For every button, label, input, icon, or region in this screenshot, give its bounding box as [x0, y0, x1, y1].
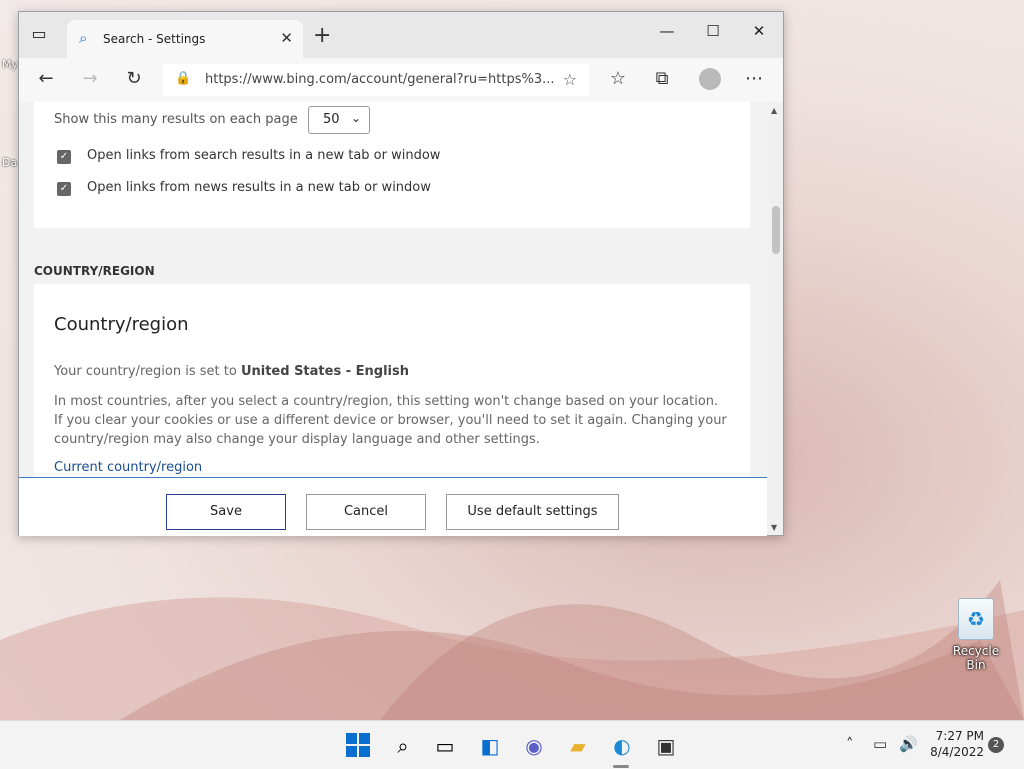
collections-icon[interactable]: ⧉	[649, 68, 675, 89]
star-plus-icon[interactable]: ☆	[563, 70, 577, 89]
desktop-icon-label[interactable]: My	[2, 58, 18, 71]
chevron-down-icon: ⌄	[350, 111, 361, 125]
checkbox-search-new-tab[interactable]: ✓	[57, 150, 71, 164]
tab-actions-icon[interactable]: ▭	[27, 24, 51, 46]
clock[interactable]: 7:27 PM 8/4/2022	[930, 728, 984, 760]
taskbar: ⌕ ▭ ◧ ◉ ▰ ◐ ▣ ˄ ▭ 🔊 7:27 PM 8/4/2022 2	[0, 720, 1024, 769]
store-icon[interactable]: ▣	[653, 733, 679, 759]
wallpaper-swirl	[0, 580, 1024, 720]
checkbox-news-new-tab[interactable]: ✓	[57, 182, 71, 196]
scrollbar[interactable]: ▲ ▼	[769, 102, 783, 535]
tab-title: Search - Settings	[103, 32, 206, 46]
file-explorer-icon[interactable]: ▰	[565, 733, 591, 759]
maximize-icon[interactable]: ☐	[693, 22, 733, 40]
section-heading: COUNTRY/REGION	[34, 264, 155, 278]
search-icon[interactable]: ⌕	[390, 733, 416, 759]
country-region-card: Country/region Your country/region is se…	[34, 284, 750, 484]
new-tab-icon[interactable]: +	[313, 23, 331, 48]
address-bar[interactable]: 🔒 https://www.bing.com/account/general?r…	[163, 64, 589, 96]
start-icon[interactable]	[346, 733, 370, 757]
desktop-icon-label[interactable]: Da	[2, 156, 17, 169]
current-country-link[interactable]: Current country/region	[54, 460, 202, 475]
country-status: Your country/region is set to United Sta…	[54, 364, 409, 379]
scrollbar-thumb[interactable]	[772, 206, 780, 254]
clock-date: 8/4/2022	[930, 745, 984, 759]
close-window-icon[interactable]: ✕	[739, 22, 779, 40]
country-description: In most countries, after you select a co…	[54, 394, 727, 447]
checkbox-news-new-tab-label: Open links from news results in a new ta…	[87, 180, 431, 195]
results-per-page-value: 50	[323, 112, 340, 127]
recycle-bin-shortcut[interactable]: ♻ Recycle Bin	[944, 598, 1008, 672]
card-title: Country/region	[54, 314, 189, 335]
edge-icon[interactable]: ◐	[609, 733, 635, 759]
results-per-page-label: Show this many results on each page	[54, 112, 298, 127]
search-icon: ⌕	[79, 29, 88, 47]
cancel-button[interactable]: Cancel	[306, 494, 426, 530]
profile-icon[interactable]	[699, 68, 721, 90]
save-button[interactable]: Save	[166, 494, 286, 530]
notification-badge[interactable]: 2	[988, 737, 1004, 753]
address-url: https://www.bing.com/account/general?ru=…	[205, 72, 555, 87]
favorites-icon[interactable]: ☆	[605, 68, 631, 89]
checkbox-search-new-tab-label: Open links from search results in a new …	[87, 148, 441, 163]
back-arrow-icon[interactable]: ←	[33, 68, 59, 89]
scroll-down-icon[interactable]: ▼	[771, 523, 777, 532]
navigation-toolbar: ← → ↻ 🔒 https://www.bing.com/account/gen…	[19, 58, 783, 103]
forward-arrow-icon[interactable]: →	[77, 68, 103, 89]
minimize-icon[interactable]: —	[647, 22, 687, 40]
clock-time: 7:27 PM	[935, 729, 984, 743]
settings-page: Show this many results on each page 50 ⌄…	[19, 102, 769, 535]
widgets-icon[interactable]: ◧	[477, 733, 503, 759]
recycle-bin-label: Recycle Bin	[952, 644, 1000, 672]
more-icon[interactable]: ⋯	[741, 68, 767, 89]
lock-icon[interactable]: 🔒	[175, 71, 191, 86]
network-icon[interactable]: ▭	[873, 735, 887, 753]
tab-search-settings[interactable]: ⌕ Search - Settings ✕	[67, 20, 303, 58]
tab-bar: ▭ ⌕ Search - Settings ✕ + — ☐ ✕	[19, 12, 783, 58]
task-view-icon[interactable]: ▭	[432, 733, 458, 759]
show-hidden-icons-icon[interactable]: ˄	[846, 735, 854, 753]
country-status-prefix: Your country/region is set to	[54, 364, 241, 379]
close-tab-icon[interactable]: ✕	[280, 29, 293, 47]
settings-footer: Save Cancel Use default settings	[19, 477, 767, 536]
volume-icon[interactable]: 🔊	[899, 735, 918, 753]
results-settings-card: Show this many results on each page 50 ⌄…	[34, 102, 750, 228]
scroll-up-icon[interactable]: ▲	[771, 106, 777, 115]
country-status-value: United States - English	[240, 364, 409, 379]
recycle-bin-icon: ♻	[958, 598, 994, 640]
chat-icon[interactable]: ◉	[521, 733, 547, 759]
browser-window: ▭ ⌕ Search - Settings ✕ + — ☐ ✕ ← → ↻ 🔒 …	[18, 11, 784, 536]
refresh-icon[interactable]: ↻	[121, 68, 147, 89]
use-default-settings-button[interactable]: Use default settings	[446, 494, 619, 530]
results-per-page-select[interactable]: 50 ⌄	[308, 106, 370, 134]
